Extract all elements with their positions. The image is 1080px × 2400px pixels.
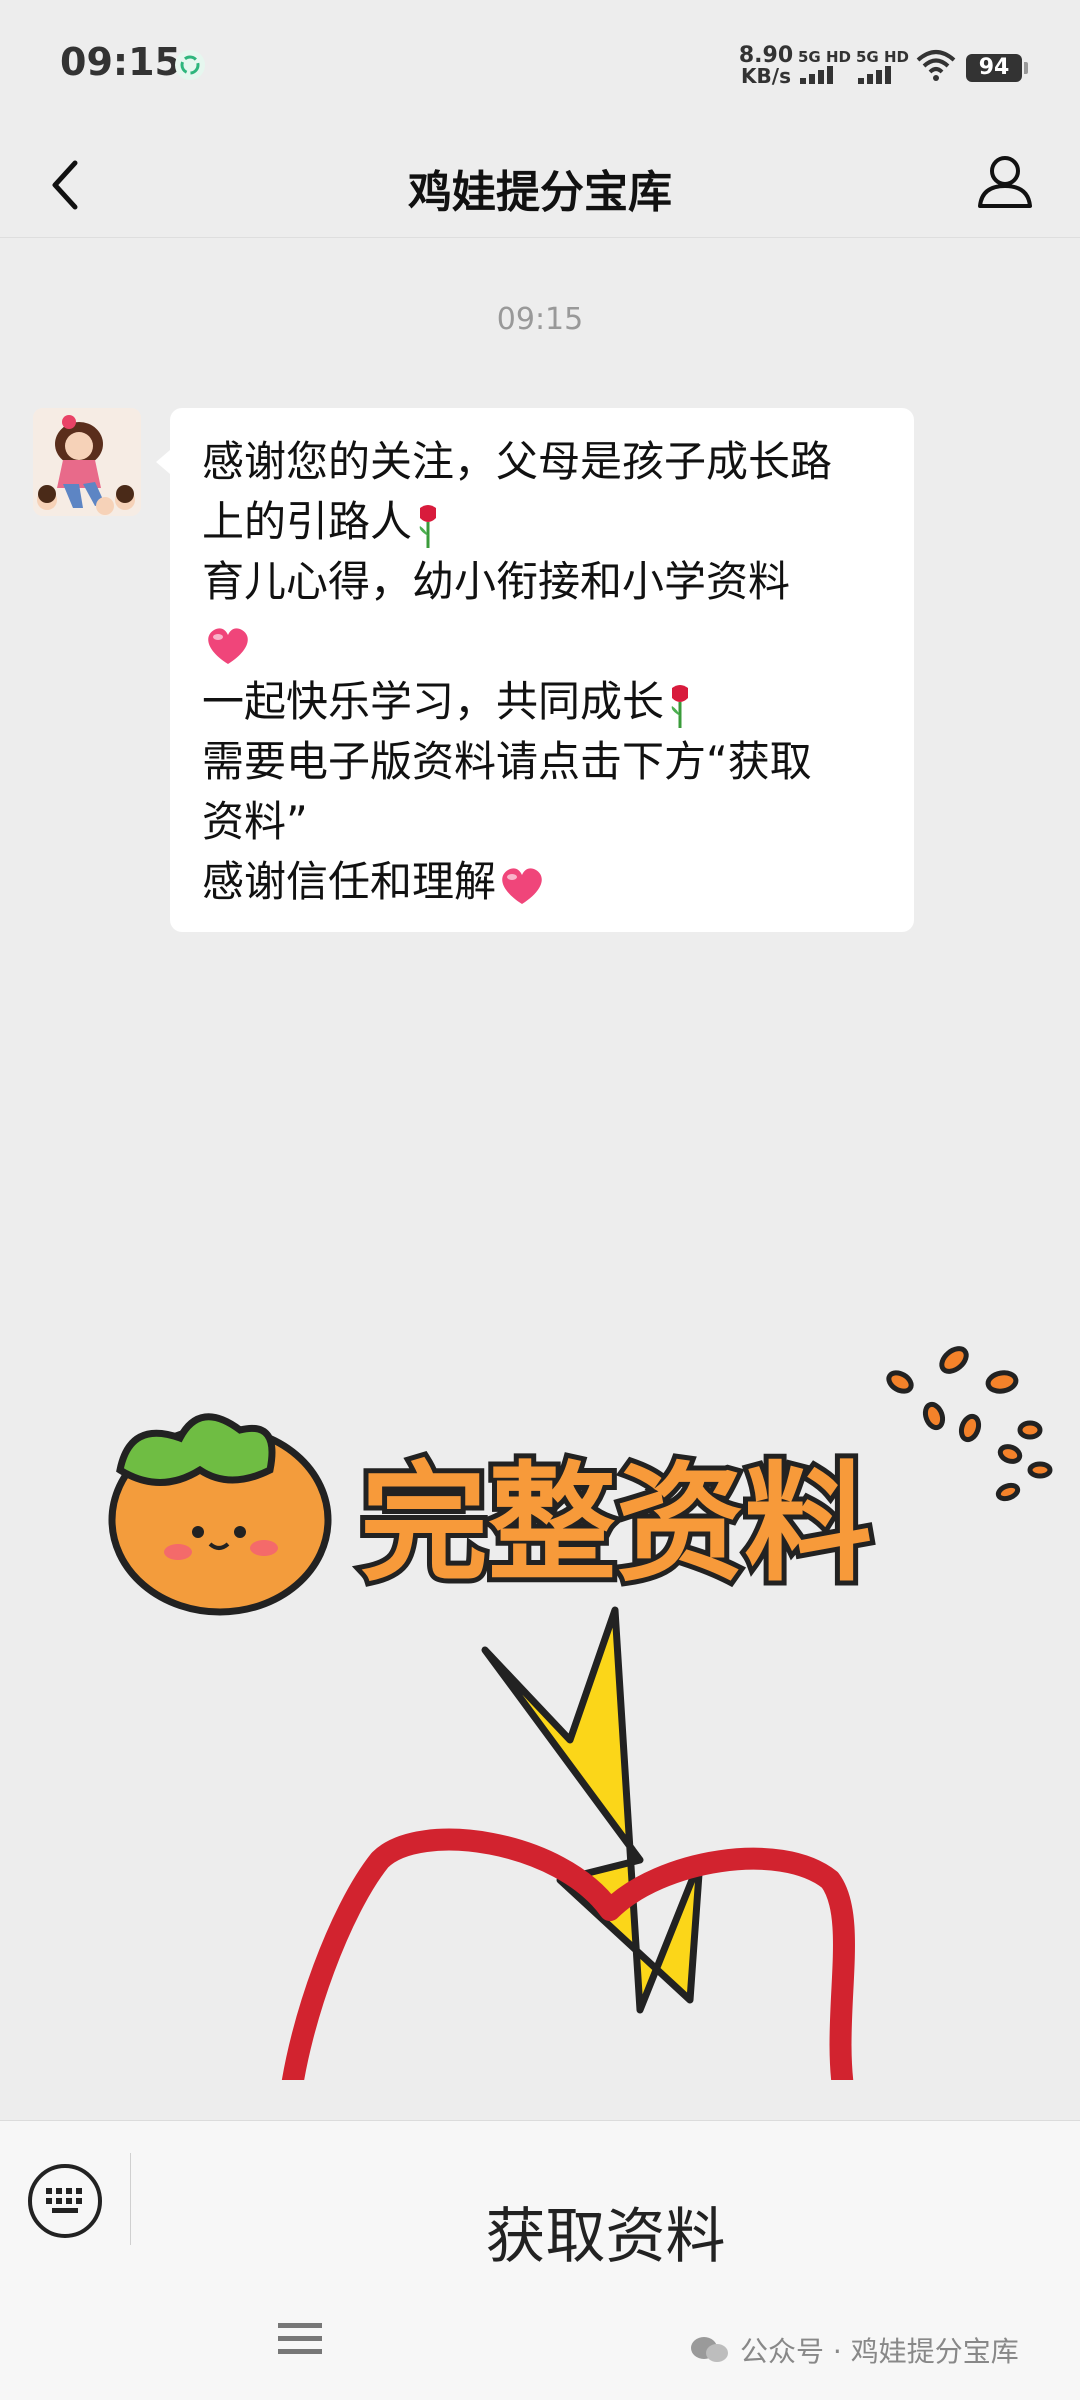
sparkle-burst-icon xyxy=(886,1346,1053,1502)
profile-button[interactable] xyxy=(970,146,1040,216)
status-bar: 09:15 8.90 KB/s 5G HD 5G HD 94 xyxy=(0,0,1080,130)
keyboard-icon xyxy=(46,2188,82,2213)
message-text: 一起快乐学习，共同成长 xyxy=(202,677,665,726)
sim2-signal: 5G HD xyxy=(856,48,916,88)
sticker-heading: 完整资料 xyxy=(360,1450,872,1599)
network-speed-value: 8.90 xyxy=(738,43,794,68)
keyboard-toggle-button[interactable] xyxy=(28,2164,102,2238)
wifi-icon xyxy=(916,48,956,86)
sim1-signal: 5G HD xyxy=(798,48,858,88)
sim1-label: 5G HD xyxy=(798,48,851,66)
red-highlight-circle xyxy=(281,1828,855,2080)
cartoon-girl-avatar-icon xyxy=(33,408,141,516)
promo-sticker-overlay: 完整资料 xyxy=(108,1346,1053,2080)
status-time: 09:15 xyxy=(60,40,181,84)
chat-header: 鸡娃提分宝库 xyxy=(0,130,1080,238)
watermark-text: 公众号 · 鸡娃提分宝库 xyxy=(740,2335,1019,2368)
signal-bars-icon xyxy=(858,66,891,84)
network-speed-unit: KB/s xyxy=(741,64,791,88)
rose-emoji-icon xyxy=(419,504,437,548)
message-timestamp: 09:15 xyxy=(496,302,584,337)
recycle-app-icon xyxy=(175,50,205,80)
heart-emoji-icon xyxy=(502,867,542,904)
message-line: 需要电子版资料请点击下方“获取 xyxy=(202,737,812,786)
watermark: 公众号 · 鸡娃提分宝库 xyxy=(690,2330,1019,2370)
message-text: 上的引路人 xyxy=(202,497,413,546)
page-title: 鸡娃提分宝库 xyxy=(408,167,672,218)
person-icon xyxy=(978,156,1032,208)
message-line: 一起快乐学习，共同成长 xyxy=(202,672,882,732)
rose-emoji-icon xyxy=(671,684,689,728)
message-text: 感谢信任和理解 xyxy=(202,857,497,906)
sim2-label: 5G HD xyxy=(856,48,909,66)
message-line: 资料” xyxy=(202,797,308,846)
avatar[interactable] xyxy=(33,408,141,516)
persimmon-icon xyxy=(108,1413,332,1616)
message-line: 感谢您的关注，父母是孩子成长路 xyxy=(202,437,833,486)
signal-bars-icon xyxy=(800,66,833,84)
message-line: 感谢信任和理解 xyxy=(202,852,882,912)
hamburger-icon[interactable] xyxy=(276,2319,324,2363)
message-line xyxy=(202,612,882,672)
get-materials-menu-button[interactable]: 获取资料 xyxy=(131,2121,1080,2341)
message-line: 上的引路人 xyxy=(202,492,882,552)
battery-indicator: 94 xyxy=(966,54,1028,82)
arrow-down-icon xyxy=(481,1606,704,2014)
message-line: 育儿心得，幼小衔接和小学资料 xyxy=(202,557,791,606)
network-speed: 8.90 KB/s xyxy=(736,43,796,88)
message-bubble[interactable]: 感谢您的关注，父母是孩子成长路 上的引路人 育儿心得，幼小衔接和小学资料 一起快… xyxy=(156,408,914,932)
wechat-icon xyxy=(691,2337,728,2362)
heart-emoji-icon xyxy=(208,627,248,664)
